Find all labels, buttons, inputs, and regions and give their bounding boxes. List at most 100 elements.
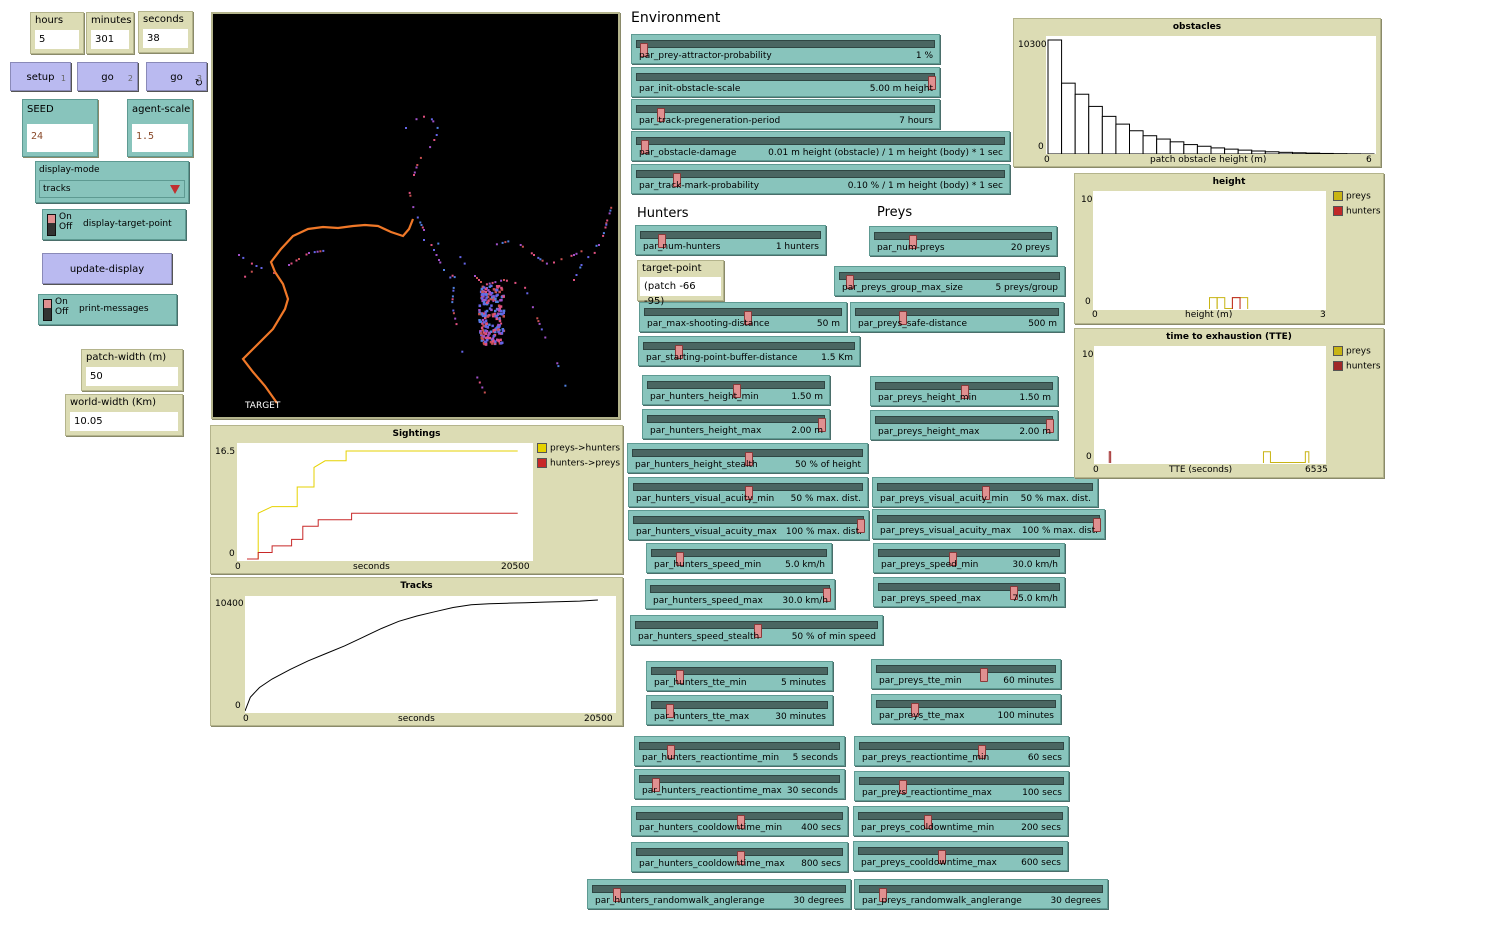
slider-track[interactable] bbox=[878, 549, 1060, 566]
display-target-point-switch[interactable]: On Off display-target-point bbox=[42, 209, 186, 240]
toggle-icon[interactable] bbox=[43, 299, 52, 321]
slider-track[interactable] bbox=[878, 583, 1060, 600]
slider-h-height-stealth[interactable]: par_hunters_height_stealth 50 % of height bbox=[627, 443, 868, 473]
slider-prey-attractor[interactable]: par_prey-attractor-probability 1 % bbox=[631, 34, 940, 64]
slider-num-preys[interactable]: par_num-preys 20 preys bbox=[869, 226, 1057, 256]
slider-track[interactable] bbox=[875, 416, 1054, 433]
agent-scale-input[interactable]: agent-scale 1.5 bbox=[127, 99, 193, 157]
slider-preys-group-max[interactable]: par_preys_group_max_size 5 preys/group bbox=[834, 266, 1065, 296]
slider-track[interactable] bbox=[633, 516, 865, 533]
setup-button[interactable]: setup 1 bbox=[10, 62, 71, 91]
slider-h-speed-max[interactable]: par_hunters_speed_max 30.0 km/h bbox=[645, 579, 835, 609]
slider-h-speed-min[interactable]: par_hunters_speed_min 5.0 km/h bbox=[646, 543, 832, 573]
slider-track[interactable] bbox=[644, 308, 842, 325]
slider-num-hunters[interactable]: par_num-hunters 1 hunters bbox=[635, 225, 826, 255]
slider-obstacle-damage[interactable]: par_obstacle-damage 0.01 m height (obstac… bbox=[631, 131, 1010, 161]
slider-p-randomwalk[interactable]: par_preys_randomwalk_anglerange 30 degree… bbox=[854, 879, 1108, 909]
obstacles-x-min: 0 bbox=[1044, 155, 1050, 165]
slider-track[interactable] bbox=[633, 483, 863, 500]
slider-p-speed-max[interactable]: par_preys_speed_max 75.0 km/h bbox=[873, 577, 1065, 607]
slider-p-cool-max[interactable]: par_preys_cooldowntime_max 600 secs bbox=[853, 841, 1068, 871]
agent-scale-value[interactable]: 1.5 bbox=[132, 124, 188, 152]
slider-h-tte-min[interactable]: par_hunters_tte_min 5 minutes bbox=[646, 661, 833, 691]
seed-input[interactable]: SEED 24 bbox=[22, 99, 98, 157]
slider-track[interactable] bbox=[635, 621, 878, 638]
toggle-icon[interactable] bbox=[47, 214, 56, 236]
histogram-bar bbox=[1251, 150, 1266, 155]
print-messages-switch[interactable]: On Off print-messages bbox=[38, 294, 177, 325]
slider-p-react-min[interactable]: par_preys_reactiontime_min 60 secs bbox=[854, 736, 1069, 766]
slider-track[interactable] bbox=[855, 308, 1059, 325]
slider-label: par_track-pregeneration-period bbox=[639, 116, 781, 126]
slider-h-tte-max[interactable]: par_hunters_tte_max 30 minutes bbox=[646, 695, 833, 725]
slider-track[interactable] bbox=[874, 232, 1052, 249]
slider-track[interactable] bbox=[839, 272, 1060, 289]
slider-track[interactable] bbox=[647, 415, 826, 432]
slider-track[interactable] bbox=[632, 449, 863, 466]
slider-track[interactable] bbox=[651, 701, 828, 718]
slider-track[interactable] bbox=[639, 775, 840, 792]
slider-p-react-max[interactable]: par_preys_reactiontime_max 100 secs bbox=[854, 771, 1069, 801]
slider-p-visual-min[interactable]: par_preys_visual_acuity_min 50 % max. dis… bbox=[872, 477, 1098, 507]
slider-h-cool-min[interactable]: par_hunters_cooldowntime_min 400 secs bbox=[631, 806, 848, 836]
slider-track[interactable] bbox=[592, 885, 846, 902]
slider-track[interactable] bbox=[636, 137, 1005, 154]
slider-track[interactable] bbox=[651, 667, 828, 684]
slider-h-visual-min[interactable]: par_hunters_visual_acuity_min 50 % max. d… bbox=[628, 477, 868, 507]
slider-init-obstacle-scale[interactable]: par_init-obstacle-scale 5.00 m height bbox=[631, 67, 940, 97]
slider-h-randomwalk[interactable]: par_hunters_randomwalk_anglerange 30 degr… bbox=[587, 879, 851, 909]
slider-label: par_init-obstacle-scale bbox=[639, 84, 741, 94]
slider-track[interactable] bbox=[858, 847, 1063, 864]
slider-h-cool-max[interactable]: par_hunters_cooldowntime_max 800 secs bbox=[631, 842, 848, 872]
slider-preys-safe[interactable]: par_preys_safe-distance 500 m bbox=[850, 302, 1064, 332]
go-once-button[interactable]: go 2 bbox=[77, 62, 138, 91]
slider-track[interactable] bbox=[859, 777, 1064, 794]
update-display-button[interactable]: update-display bbox=[42, 253, 172, 284]
slider-p-cool-min[interactable]: par_preys_cooldowntime_min 200 secs bbox=[853, 806, 1068, 836]
slider-track[interactable] bbox=[636, 40, 935, 57]
slider-track[interactable] bbox=[651, 549, 827, 566]
slider-h-react-max[interactable]: par_hunters_reactiontime_max 30 seconds bbox=[634, 769, 845, 799]
slider-label: par_preys_speed_min bbox=[881, 560, 979, 570]
slider-starting-buffer[interactable]: par_starting-point-buffer-distance 1.5 Km bbox=[638, 336, 860, 366]
slider-track[interactable] bbox=[877, 515, 1101, 532]
slider-track[interactable] bbox=[639, 742, 840, 759]
slider-p-visual-max[interactable]: par_preys_visual_acuity_max 100 % max. di… bbox=[872, 509, 1105, 539]
seed-value[interactable]: 24 bbox=[27, 124, 93, 152]
slider-track[interactable] bbox=[636, 848, 843, 865]
slider-h-react-min[interactable]: par_hunters_reactiontime_min 5 seconds bbox=[634, 736, 845, 766]
slider-p-speed-min[interactable]: par_preys_speed_min 30.0 km/h bbox=[873, 543, 1065, 573]
slider-track[interactable] bbox=[636, 170, 1005, 187]
slider-track[interactable] bbox=[876, 665, 1056, 682]
slider-h-speed-stealth[interactable]: par_hunters_speed_stealth 50 % of min spe… bbox=[630, 615, 883, 645]
slider-h-visual-max[interactable]: par_hunters_visual_acuity_max 100 % max. … bbox=[628, 510, 869, 540]
slider-track[interactable] bbox=[636, 73, 936, 90]
slider-p-tte-max[interactable]: par_preys_tte_max 100 minutes bbox=[871, 694, 1061, 724]
slider-track[interactable] bbox=[858, 812, 1063, 829]
go-forever-button[interactable]: go 3 ↻ bbox=[146, 62, 207, 91]
display-mode-chooser[interactable]: display-mode tracks bbox=[35, 161, 189, 203]
slider-p-tte-min[interactable]: par_preys_tte_min 60 minutes bbox=[871, 659, 1061, 689]
slider-h-height-min[interactable]: par_hunters_height_min 1.50 m bbox=[642, 375, 830, 405]
slider-track[interactable] bbox=[640, 231, 821, 248]
slider-track[interactable] bbox=[876, 700, 1056, 717]
slider-track-mark[interactable]: par_track-mark-probability 0.10 % / 1 m h… bbox=[631, 164, 1010, 194]
slider-handle[interactable] bbox=[980, 668, 989, 682]
slider-track[interactable] bbox=[877, 483, 1093, 500]
slider-track[interactable] bbox=[636, 812, 843, 829]
slider-track[interactable] bbox=[647, 381, 825, 398]
slider-track[interactable] bbox=[859, 885, 1103, 902]
slider-track[interactable] bbox=[650, 585, 831, 602]
slider-track[interactable] bbox=[875, 382, 1053, 399]
slider-track[interactable] bbox=[859, 742, 1064, 759]
slider-track-pregeneration[interactable]: par_track-pregeneration-period 7 hours bbox=[631, 99, 940, 129]
slider-h-height-max[interactable]: par_hunters_height_max 2.00 m bbox=[642, 409, 830, 439]
slider-track[interactable] bbox=[636, 105, 935, 122]
slider-max-shooting[interactable]: par_max-shooting-distance 50 m bbox=[639, 302, 847, 332]
slider-p-height-max[interactable]: par_preys_height_max 2.00 m bbox=[870, 410, 1058, 440]
dropdown-arrow-icon[interactable] bbox=[170, 185, 180, 194]
world-view[interactable]: TARGET bbox=[211, 12, 620, 419]
slider-p-height-min[interactable]: par_preys_height_min 1.50 m bbox=[870, 376, 1058, 406]
display-mode-select[interactable]: tracks bbox=[39, 180, 185, 198]
slider-track[interactable] bbox=[643, 342, 855, 359]
